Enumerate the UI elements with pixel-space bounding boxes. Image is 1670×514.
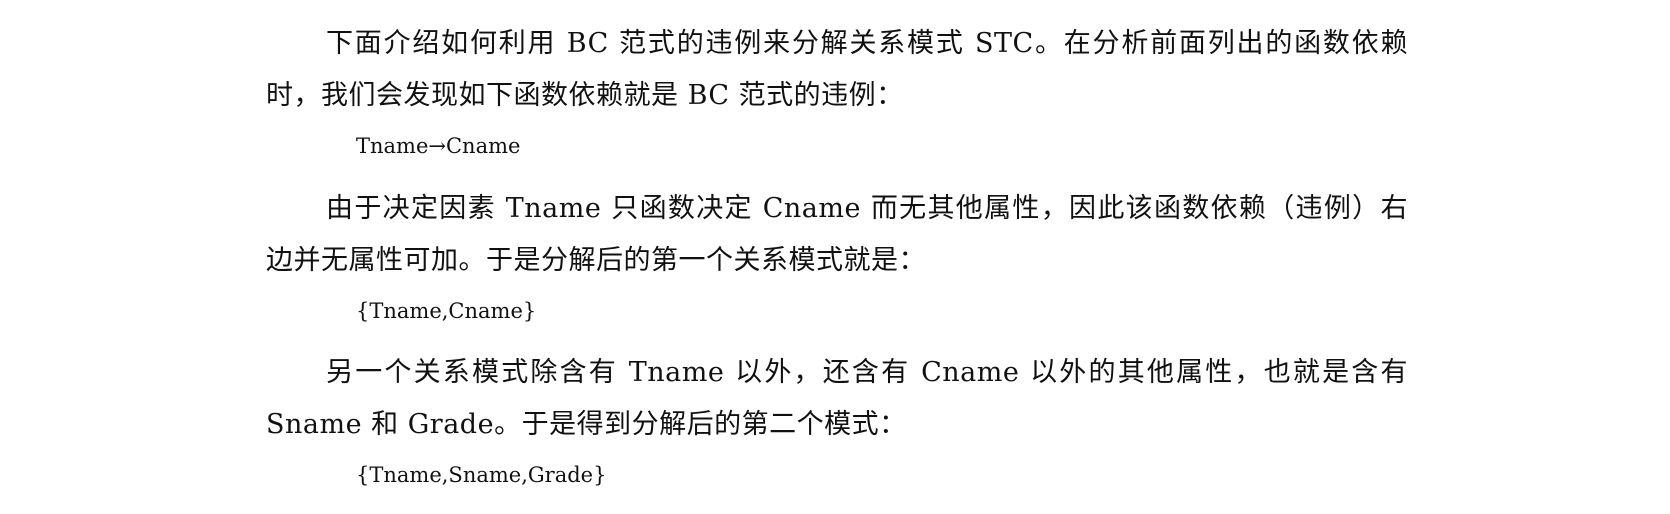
formula-functional-dependency: Tname→Cname bbox=[356, 134, 521, 158]
paragraph-second-relation-explanation: 另一个关系模式除含有 Tname 以外，还含有 Cname 以外的其他属性，也就… bbox=[266, 357, 1408, 440]
document-page: 下面介绍如何利用 BC 范式的违例来分解关系模式 STC。在分析前面列出的函数依… bbox=[0, 0, 1670, 514]
formula-first-relation-schema: {Tname,Cname} bbox=[356, 299, 537, 323]
paragraph-bcnf-decomposition-intro: 下面介绍如何利用 BC 范式的违例来分解关系模式 STC。在分析前面列出的函数依… bbox=[266, 28, 1408, 111]
formula-second-relation-schema: {Tname,Sname,Grade} bbox=[356, 463, 607, 487]
paragraph-first-relation-explanation: 由于决定因素 Tname 只函数决定 Cname 而无其他属性，因此该函数依赖（… bbox=[266, 193, 1408, 276]
